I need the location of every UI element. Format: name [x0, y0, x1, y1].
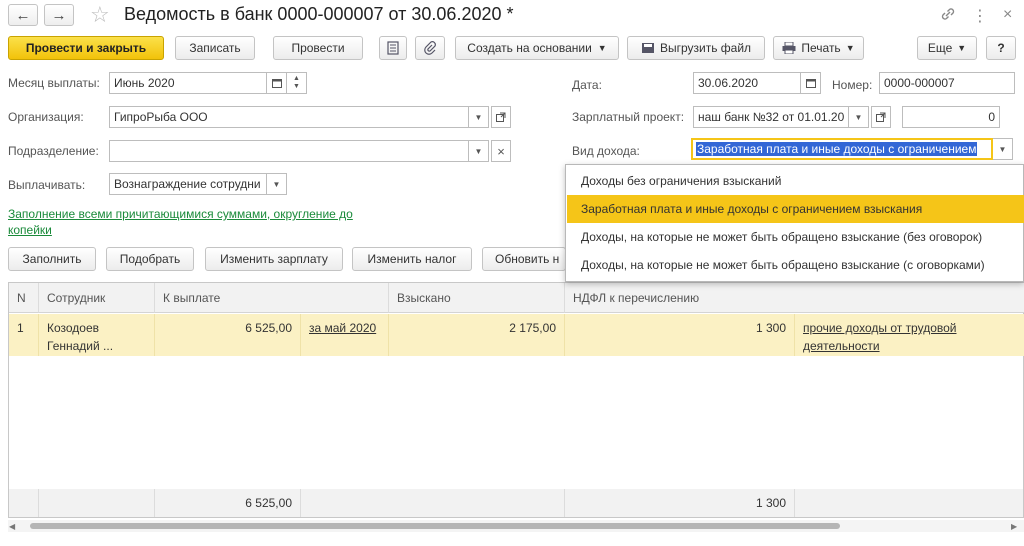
dropdown-arrow-icon: ▼ [597, 43, 607, 53]
dropdown-option-selected[interactable]: Заработная плата и иные доходы с огранич… [567, 195, 1024, 223]
income-type-cell[interactable]: прочие доходы от трудовой деятельности [795, 314, 1024, 356]
column-header-employee[interactable]: Сотрудник [39, 283, 155, 313]
dropdown-option[interactable]: Доходы, на которые не может быть обращен… [567, 223, 1024, 251]
print-button[interactable]: Печать ▼ [773, 36, 864, 60]
month-field[interactable]: Июнь 2020 [109, 72, 267, 94]
income-type-label: Вид дохода: [572, 144, 640, 158]
back-button[interactable]: ← [8, 4, 38, 26]
column-header-to-pay[interactable]: К выплате [155, 283, 389, 313]
pay-label: Выплачивать: [8, 178, 86, 192]
attachment-icon[interactable] [415, 36, 445, 60]
save-button[interactable]: Записать [175, 36, 255, 60]
period-link[interactable]: за май 2020 [309, 321, 376, 335]
chevron-down-icon[interactable]: ▼ [849, 106, 869, 128]
report-icon[interactable] [379, 36, 407, 60]
change-salary-button[interactable]: Изменить зарплату [205, 247, 343, 271]
fill-settings-link[interactable]: Заполнение всеми причитающимися суммами,… [8, 206, 388, 238]
export-file-button[interactable]: Выгрузить файл [627, 36, 765, 60]
create-based-on-label: Создать на основании [467, 41, 592, 55]
close-icon[interactable]: × [1003, 6, 1012, 24]
scrollbar-thumb[interactable] [30, 523, 840, 529]
period-cell[interactable]: за май 2020 [301, 314, 389, 356]
month-stepper[interactable]: ▲ ▼ [287, 72, 307, 94]
print-label: Печать [801, 41, 841, 55]
forward-button[interactable]: → [44, 4, 74, 26]
chevron-down-icon[interactable]: ▼ [469, 140, 489, 162]
title-bar: ← → ☆ Ведомость в банк 0000-000007 от 30… [0, 0, 1024, 32]
chevron-down-icon[interactable]: ▼ [469, 106, 489, 128]
refresh-button[interactable]: Обновить н [482, 247, 566, 271]
date-field[interactable]: 30.06.2020 [693, 72, 801, 94]
chevron-down-icon[interactable]: ▼ [267, 173, 287, 195]
ndfl-cell[interactable]: 1 300 [565, 314, 795, 356]
department-field[interactable] [109, 140, 469, 162]
date-label: Дата: [572, 78, 602, 92]
column-header-withheld[interactable]: Взыскано [389, 283, 565, 313]
calendar-icon[interactable] [801, 72, 821, 94]
dropdown-arrow-icon: ▼ [957, 43, 967, 53]
employee-cell[interactable]: Козодоев Геннадий ... [39, 314, 155, 356]
export-file-label: Выгрузить файл [659, 41, 752, 55]
total-ndfl: 1 300 [565, 489, 795, 517]
income-type-link[interactable]: прочие доходы от трудовой деятельности [803, 321, 957, 353]
post-and-close-button[interactable]: Провести и закрыть [8, 36, 164, 60]
withheld-cell[interactable]: 2 175,00 [389, 314, 565, 356]
calendar-icon[interactable] [267, 72, 287, 94]
page-title: Ведомость в банк 0000-000007 от 30.06.20… [124, 4, 514, 24]
link-icon[interactable] [940, 6, 956, 25]
project-amount-field[interactable]: 0 [902, 106, 1000, 128]
salary-project-label: Зарплатный проект: [572, 110, 685, 124]
pick-button[interactable]: Подобрать [106, 247, 194, 271]
chevron-down-icon[interactable]: ▼ [993, 138, 1013, 160]
footer-cell [301, 489, 565, 517]
table-row[interactable]: 1 Козодоев Геннадий ... 6 525,00 за май … [9, 314, 1024, 356]
more-button[interactable]: Еще ▼ [917, 36, 977, 60]
to-pay-cell[interactable]: 6 525,00 [155, 314, 301, 356]
income-type-field[interactable]: Заработная плата и иные доходы с огранич… [691, 138, 993, 160]
income-type-value: Заработная плата и иные доходы с огранич… [696, 142, 978, 156]
forward-arrow-icon: → [51, 6, 67, 24]
organization-field[interactable]: ГипроРыба ООО [109, 106, 469, 128]
month-label: Месяц выплаты: [8, 76, 100, 90]
fill-button[interactable]: Заполнить [8, 247, 96, 271]
printer-icon [782, 42, 796, 54]
dropdown-option[interactable]: Доходы без ограничения взысканий [567, 167, 1024, 195]
open-icon[interactable] [491, 106, 511, 128]
favorite-star-icon[interactable]: ☆ [90, 2, 110, 28]
change-tax-button[interactable]: Изменить налог [352, 247, 472, 271]
footer-cell [795, 489, 1023, 517]
column-header-ndfl[interactable]: НДФЛ к перечислению [565, 283, 1024, 313]
create-based-on-button[interactable]: Создать на основании ▼ [455, 36, 619, 60]
more-label: Еще [927, 41, 953, 55]
dropdown-option[interactable]: Доходы, на которые не может быть обращен… [567, 251, 1024, 279]
income-type-dropdown: Доходы без ограничения взысканий Заработ… [565, 164, 1024, 282]
footer-cell [39, 489, 155, 517]
horizontal-scrollbar[interactable]: ◀ ▶ [8, 520, 1024, 532]
total-to-pay: 6 525,00 [155, 489, 301, 517]
number-field[interactable]: 0000-000007 [879, 72, 1015, 94]
footer-cell [9, 489, 39, 517]
more-menu-icon[interactable]: ⋮ [972, 6, 988, 26]
salary-project-field[interactable]: наш банк №32 от 01.01.20 [693, 106, 849, 128]
scroll-right-icon[interactable]: ▶ [1011, 522, 1017, 531]
save-disk-icon [641, 43, 654, 53]
clear-icon[interactable]: × [491, 140, 511, 162]
post-button[interactable]: Провести [273, 36, 363, 60]
department-label: Подразделение: [8, 144, 99, 158]
column-header-n[interactable]: N [9, 283, 39, 313]
number-label: Номер: [832, 78, 873, 92]
dropdown-arrow-icon: ▼ [845, 43, 855, 53]
employees-table: N Сотрудник К выплате Взыскано НДФЛ к пе… [8, 282, 1024, 518]
back-arrow-icon: ← [15, 6, 31, 24]
organization-label: Организация: [8, 110, 84, 124]
row-number: 1 [9, 314, 39, 356]
scroll-left-icon[interactable]: ◀ [9, 522, 15, 531]
help-button[interactable]: ? [986, 36, 1016, 60]
pay-field[interactable]: Вознаграждение сотрудни [109, 173, 267, 195]
open-icon[interactable] [871, 106, 891, 128]
